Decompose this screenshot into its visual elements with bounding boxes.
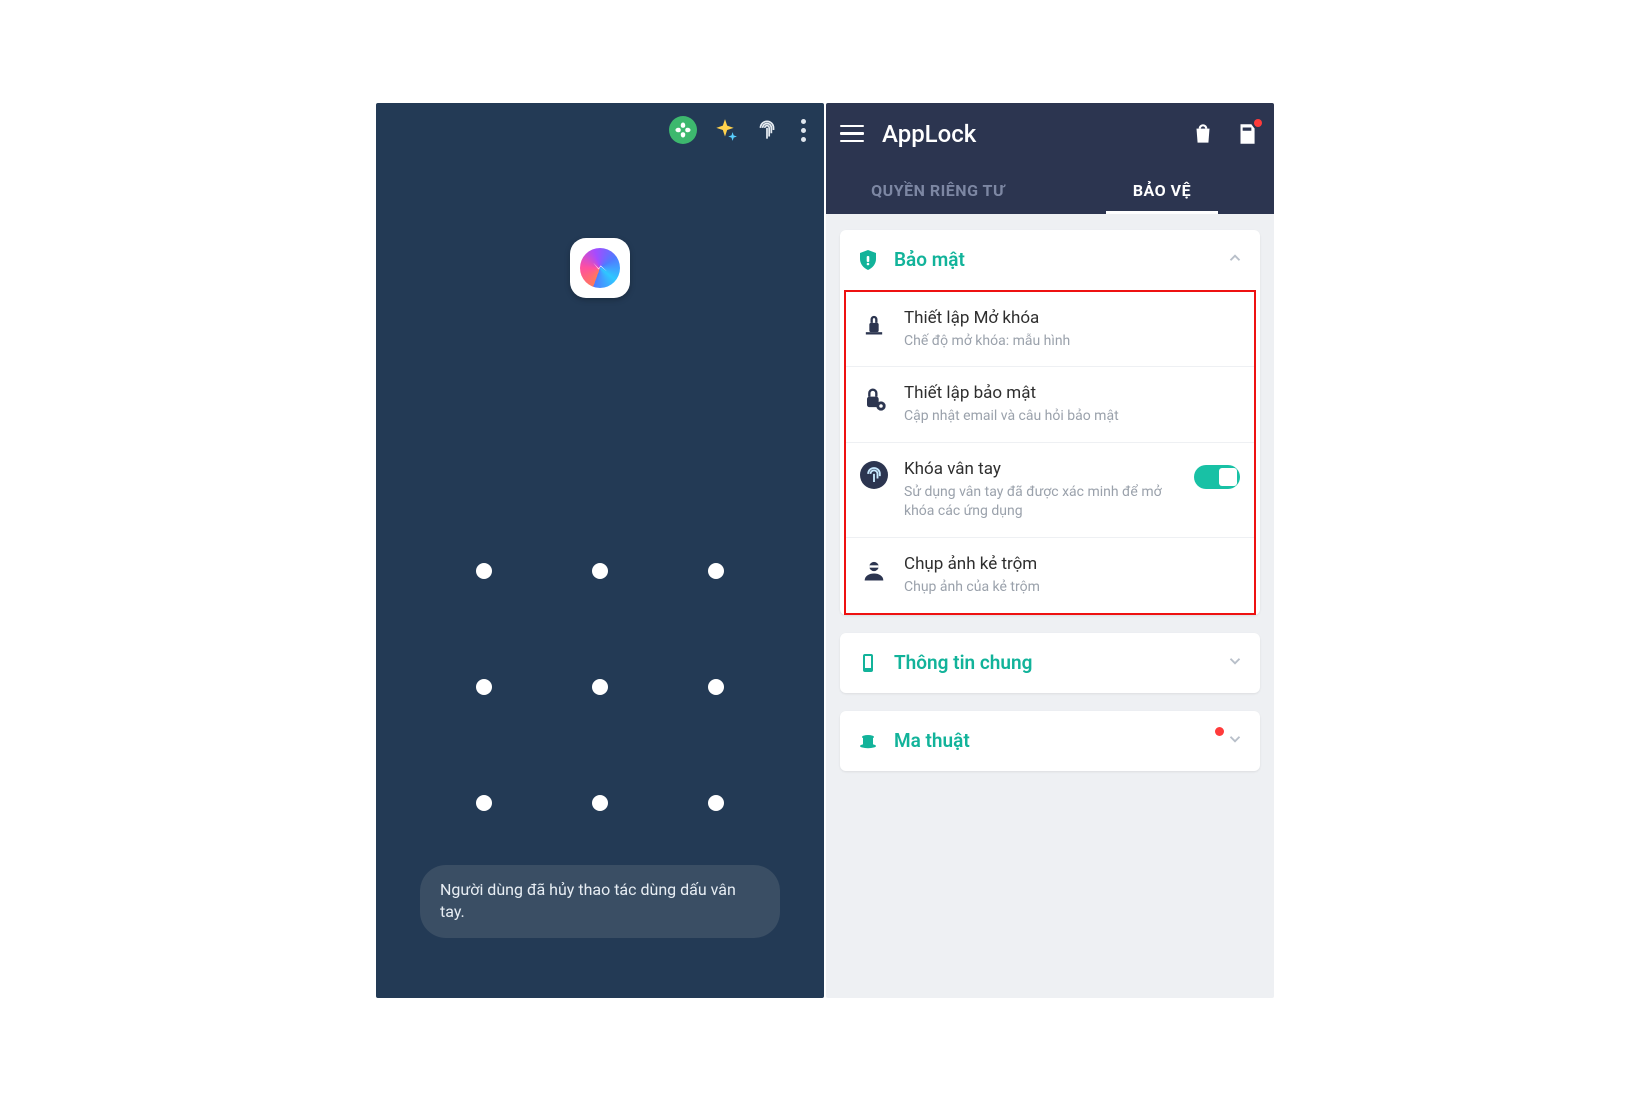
item-subtitle: Cập nhật email và câu hỏi bảo mật: [904, 407, 1240, 426]
pattern-pad[interactable]: [476, 563, 724, 811]
more-menu-icon[interactable]: [795, 115, 812, 146]
fingerprint-toggle[interactable]: [1194, 465, 1240, 489]
card-header-magic[interactable]: Ma thuật: [840, 711, 1260, 771]
item-fingerprint-lock[interactable]: Khóa vân tay Sử dụng vân tay đã được xác…: [846, 442, 1254, 537]
item-subtitle: Chế độ mở khóa: mẫu hình: [904, 332, 1240, 351]
status-bar: [669, 115, 812, 146]
card-header-general[interactable]: Thông tin chung: [840, 633, 1260, 693]
screenshot-pair: Người dùng đã hủy thao tác dùng dấu vân …: [376, 103, 1274, 998]
lock-screen: Người dùng đã hủy thao tác dùng dấu vân …: [376, 103, 824, 998]
card-header-security[interactable]: Bảo mật: [840, 230, 1260, 290]
chevron-down-icon: [1226, 730, 1244, 752]
pattern-dot[interactable]: [476, 679, 492, 695]
pattern-dot[interactable]: [592, 795, 608, 811]
pattern-dot[interactable]: [708, 679, 724, 695]
fingerprint-icon: [860, 461, 888, 489]
chevron-up-icon: [1226, 249, 1244, 271]
menu-icon[interactable]: [840, 125, 864, 143]
item-title: Khóa vân tay: [904, 459, 1178, 479]
shield-icon: [856, 248, 880, 272]
item-title: Thiết lập bảo mật: [904, 383, 1240, 403]
pattern-dot[interactable]: [708, 795, 724, 811]
sparkle-icon[interactable]: [711, 116, 739, 144]
card-magic: Ma thuật: [840, 711, 1260, 771]
item-title: Thiết lập Mở khóa: [904, 308, 1240, 328]
notification-dot: [1254, 119, 1262, 127]
tab-protect[interactable]: BẢO VỆ: [1050, 165, 1274, 214]
card-title-general: Thông tin chung: [894, 651, 1212, 674]
shop-icon[interactable]: [1190, 121, 1216, 147]
chevron-down-icon: [1226, 652, 1244, 674]
pattern-dot[interactable]: [476, 795, 492, 811]
item-subtitle: Chụp ảnh của kẻ trộm: [904, 578, 1240, 597]
content-area: Bảo mật Thiết lập Mở khóa Chế độ mở khóa…: [826, 214, 1274, 998]
lock-gear-icon: [860, 385, 888, 413]
page-title: AppLock: [882, 120, 1172, 148]
pattern-dot[interactable]: [592, 563, 608, 579]
notification-dot: [1215, 727, 1224, 736]
tabs: QUYỀN RIÊNG TƯ BẢO VỆ: [826, 165, 1274, 214]
pattern-dot[interactable]: [592, 679, 608, 695]
item-intruder-selfie[interactable]: Chụp ảnh kẻ trộm Chụp ảnh của kẻ trộm: [846, 537, 1254, 613]
card-title-magic: Ma thuật: [894, 729, 1212, 752]
magic-hat-icon: [856, 729, 880, 753]
app-bar: AppLock QUYỀN RIÊNG TƯ BẢO VỆ: [826, 103, 1274, 214]
intruder-icon: [860, 556, 888, 584]
card-security: Bảo mật Thiết lập Mở khóa Chế độ mở khóa…: [840, 230, 1260, 615]
messenger-icon: [580, 248, 620, 288]
fingerprint-icon[interactable]: [753, 116, 781, 144]
locked-app-icon: [570, 238, 630, 298]
theme-icon[interactable]: [1234, 121, 1260, 147]
pattern-dot[interactable]: [476, 563, 492, 579]
settings-screen: AppLock QUYỀN RIÊNG TƯ BẢO VỆ: [826, 103, 1274, 998]
security-items-highlight: Thiết lập Mở khóa Chế độ mở khóa: mẫu hì…: [844, 290, 1256, 615]
pattern-dot[interactable]: [708, 563, 724, 579]
fan-icon[interactable]: [669, 116, 697, 144]
device-icon: [856, 651, 880, 675]
tab-privacy[interactable]: QUYỀN RIÊNG TƯ: [826, 165, 1050, 214]
item-unlock-settings[interactable]: Thiết lập Mở khóa Chế độ mở khóa: mẫu hì…: [846, 292, 1254, 367]
item-subtitle: Sử dụng vân tay đã được xác minh để mở k…: [904, 483, 1178, 521]
item-title: Chụp ảnh kẻ trộm: [904, 554, 1240, 574]
card-title-security: Bảo mật: [894, 248, 1212, 271]
lock-settings-icon: [860, 310, 888, 338]
card-general: Thông tin chung: [840, 633, 1260, 693]
item-security-settings[interactable]: Thiết lập bảo mật Cập nhật email và câu …: [846, 366, 1254, 442]
toast-message: Người dùng đã hủy thao tác dùng dấu vân …: [420, 865, 780, 938]
